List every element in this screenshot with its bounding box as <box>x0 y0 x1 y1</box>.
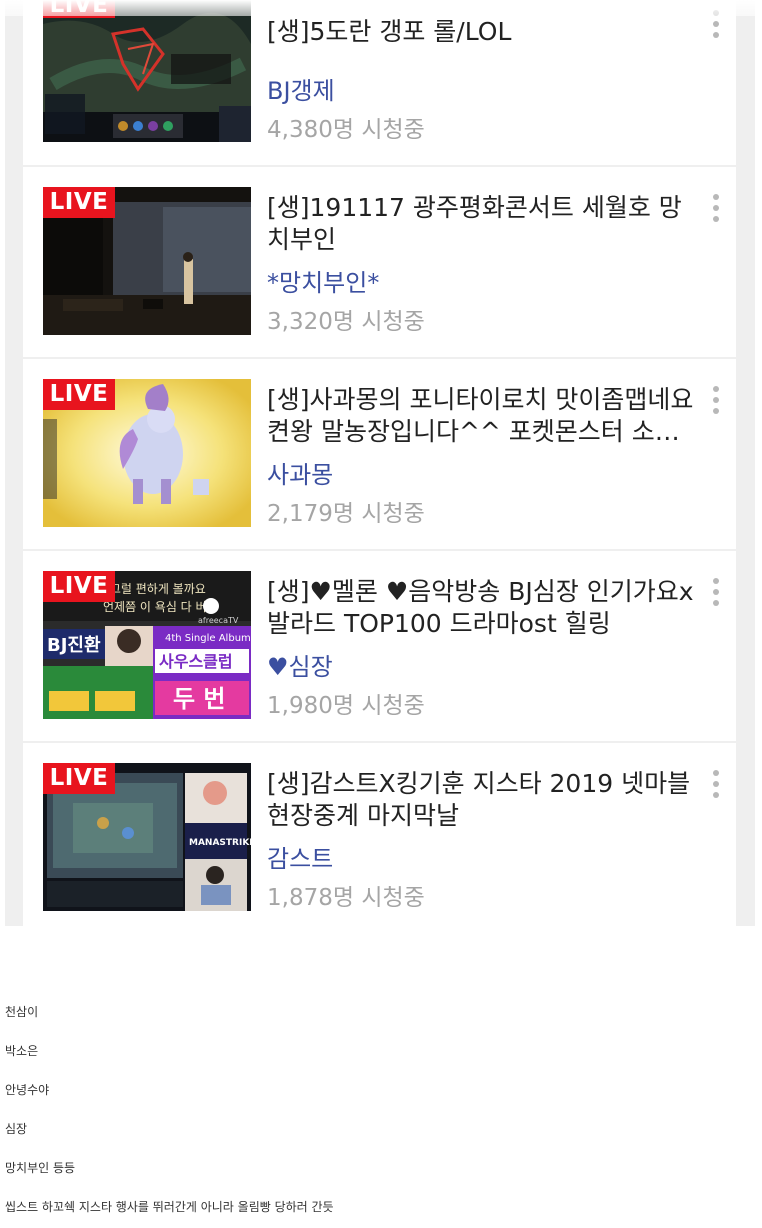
bj-name[interactable]: BJ갱제 <box>267 76 335 106</box>
thumb-bj-name: BJ진환 <box>47 634 101 656</box>
more-options-icon[interactable] <box>710 194 722 226</box>
top-fade <box>0 0 762 16</box>
thumb-album-label: 4th Single Album <box>165 633 251 644</box>
viewer-count: 2,179명 시청중 <box>267 501 425 527</box>
stream-title[interactable]: [생]191117 광주평화콘서트 세월호 망치부인 <box>267 192 697 256</box>
stream-card[interactable]: MANASTRIKE LIVE [생]감스트X킹기훈 지스타 2019 넷마블 … <box>23 743 736 926</box>
bj-name[interactable]: 감스트 <box>267 844 333 874</box>
live-badge: LIVE <box>43 187 115 218</box>
comment-line: 씹스트 하꼬쉑 지스타 행사를 뛰러간게 아니라 올림빵 당하러 간듯 <box>5 1200 334 1214</box>
thumb-logo: afreecaTV <box>198 616 239 625</box>
thumb-caption-2: 언제쯤 이 욕심 다 버릴 <box>103 600 218 614</box>
stream-card[interactable]: LIVE [생]5도란 갱포 롤/LOL BJ갱제 4,380명 시청중 <box>23 0 736 165</box>
live-badge: LIVE <box>43 571 115 602</box>
thumb-logo: MANASTRIKE <box>189 838 251 848</box>
comment-line: 박소은 <box>5 1044 39 1058</box>
stream-title[interactable]: [생]사과몽의 포니타이로치 맛이좀맵네요 켠왕 말농장입니다^^ 포켓몬스터 … <box>267 384 697 448</box>
comment-line: 심장 <box>5 1122 28 1136</box>
thumb-song-text: 두 번 <box>173 685 226 713</box>
stream-card[interactable]: LIVE [생]사과몽의 포니타이로치 맛이좀맵네요 켠왕 말농장입니다^^ 포… <box>23 359 736 549</box>
thumb-club-text: 사우스클럽 <box>159 652 233 671</box>
more-options-icon[interactable] <box>710 386 722 418</box>
viewer-count: 1,878명 시청중 <box>267 885 425 911</box>
stream-thumbnail[interactable]: MANASTRIKE LIVE <box>43 763 251 911</box>
stream-card[interactable]: LIVE [생]191117 광주평화콘서트 세월호 망치부인 *망치부인* 3… <box>23 167 736 357</box>
more-options-icon[interactable] <box>710 578 722 610</box>
live-badge: LIVE <box>43 379 115 410</box>
viewer-count: 1,980명 시청중 <box>267 693 425 719</box>
more-options-icon[interactable] <box>710 770 722 802</box>
stream-thumbnail[interactable]: LIVE <box>43 0 251 142</box>
stream-thumbnail[interactable]: LIVE <box>43 379 251 527</box>
stream-title[interactable]: [생]♥멜론 ♥음악방송 BJ심장 인기가요x 발라드 TOP100 드라마os… <box>267 576 697 640</box>
comment-line: 안녕수야 <box>5 1083 50 1097</box>
bj-name[interactable]: *망치부인* <box>267 268 379 298</box>
bj-name[interactable]: ♥심장 <box>267 652 333 682</box>
stream-card[interactable]: 쫌 그럴 편하게 볼까요 언제쯤 이 욕심 다 버릴 BJ진환 afreecaT… <box>23 551 736 741</box>
viewer-count: 3,320명 시청중 <box>267 309 425 335</box>
stream-title[interactable]: [생]감스트X킹기훈 지스타 2019 넷마블 현장중계 마지막날 <box>267 768 697 832</box>
stream-thumbnail[interactable]: 쫌 그럴 편하게 볼까요 언제쯤 이 욕심 다 버릴 BJ진환 afreecaT… <box>43 571 251 719</box>
live-badge: LIVE <box>43 763 115 794</box>
comment-line: 천삼이 <box>5 1005 39 1019</box>
comment-line: 망치부인 등등 <box>5 1161 76 1175</box>
viewer-count: 4,380명 시청중 <box>267 117 425 143</box>
bj-name[interactable]: 사과몽 <box>267 460 333 490</box>
stream-thumbnail[interactable]: LIVE <box>43 187 251 335</box>
stream-title[interactable]: [생]5도란 갱포 롤/LOL <box>267 16 697 48</box>
